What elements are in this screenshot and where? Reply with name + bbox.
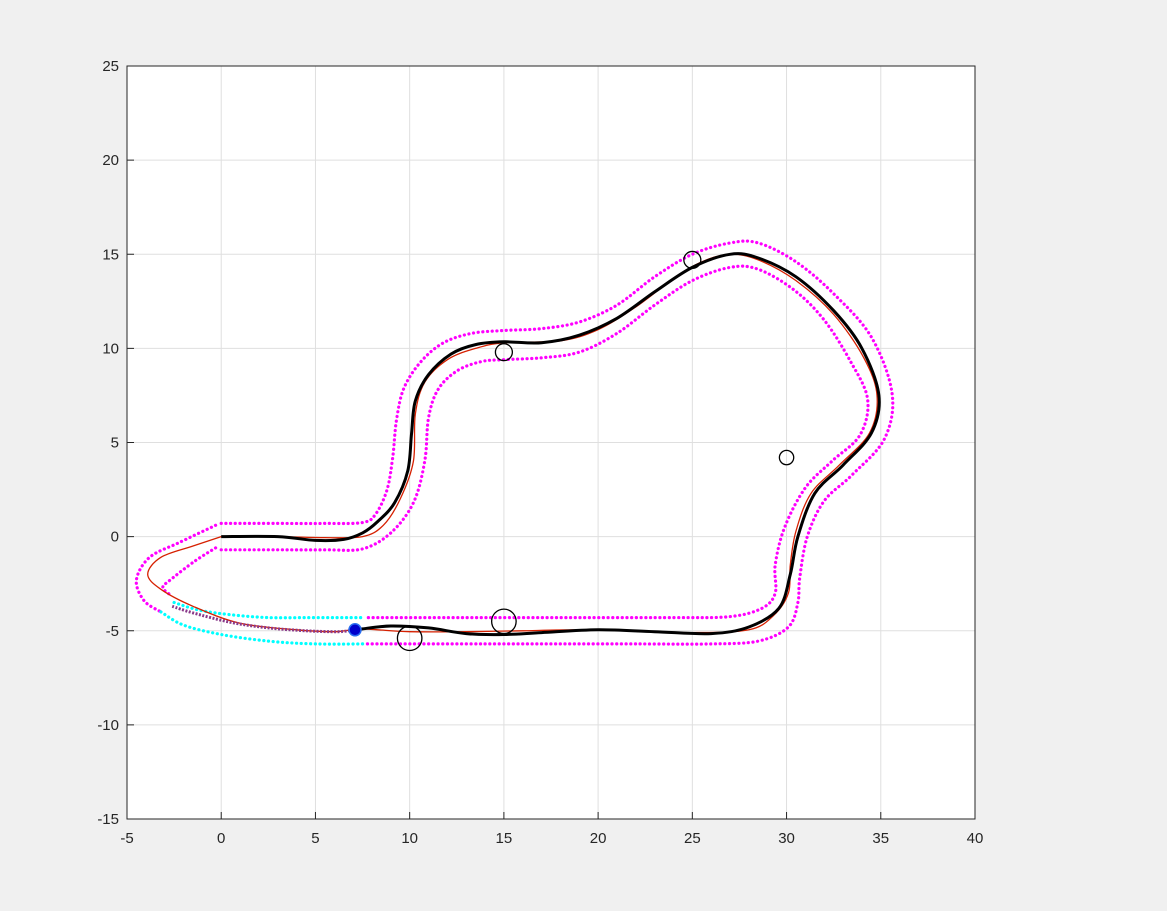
x-tick-label: 40 [967, 830, 984, 847]
x-tick-label: 20 [590, 830, 607, 847]
y-tick-label: 15 [102, 246, 119, 263]
y-tick-label: -5 [106, 623, 119, 640]
y-tick-label: 25 [102, 58, 119, 75]
x-tick-label: 30 [778, 830, 795, 847]
y-tick-label: 20 [102, 152, 119, 169]
x-tick-label: -5 [120, 830, 133, 847]
y-tick-label: -10 [97, 717, 119, 734]
y-tick-label: -15 [97, 811, 119, 828]
x-tick-label: 10 [401, 830, 418, 847]
x-tick-label: 35 [872, 830, 889, 847]
vehicle-marker [348, 623, 362, 637]
y-tick-label: 0 [111, 529, 119, 546]
x-tick-label: 0 [217, 830, 225, 847]
x-tick-label: 5 [311, 830, 319, 847]
trajectory-plot: -5 0 5 10 15 20 25 30 35 40 -15 -10 -5 0 5 10 15 20 25 [97, 58, 984, 847]
y-tick-label: 10 [102, 340, 119, 357]
y-tick-label: 5 [111, 435, 119, 452]
x-tick-label: 15 [496, 830, 513, 847]
figure-window: -5 0 5 10 15 20 25 30 35 40 -15 -10 -5 0 5 10 15 20 25 [0, 0, 1167, 911]
x-tick-label: 25 [684, 830, 701, 847]
